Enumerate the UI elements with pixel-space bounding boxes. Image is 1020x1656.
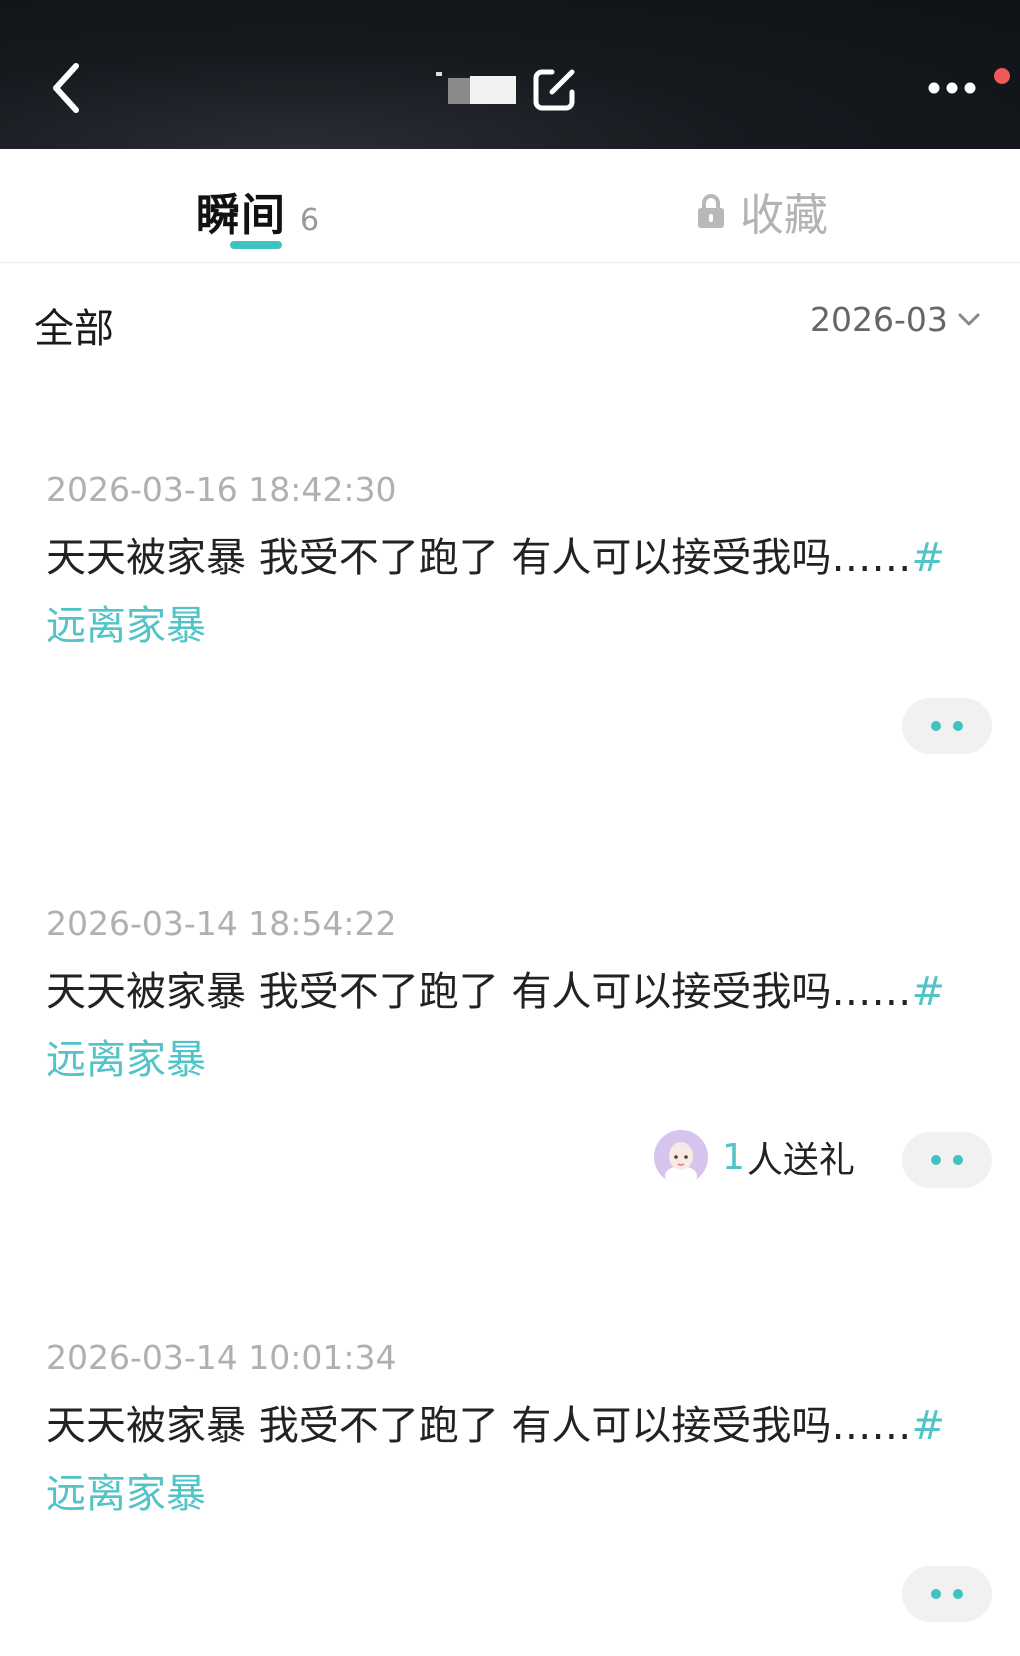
tab-moments-label: 瞬间 [196,190,286,241]
hashtag-link[interactable]: 远离家暴 [46,1471,206,1517]
post-timestamp: 2026-03-14 18:54:22 [46,904,397,943]
tab-favorites-label: 收藏 [740,190,828,241]
more-horizontal-icon[interactable] [926,70,978,106]
hashtag-link[interactable]: 远离家暴 [46,1037,206,1083]
chevron-down-icon [958,313,980,325]
tab-moments-count: 6 [300,203,320,238]
active-tab-indicator [230,241,282,249]
filter-all[interactable]: 全部 [34,296,114,354]
tab-moments[interactable]: 瞬间 6 [196,179,319,243]
tab-favorites[interactable]: 收藏 [696,179,828,243]
post-timestamp: 2026-03-16 18:42:30 [46,470,397,509]
hashtag-symbol: # [911,535,945,581]
post-timestamp: 2026-03-14 10:01:34 [46,1338,397,1377]
hashtag-link[interactable]: 远离家暴 [46,603,206,649]
hashtag-symbol: # [911,969,945,1015]
top-bar [0,0,1020,149]
gift-label: 人送礼 [746,1140,855,1181]
post-body: 天天被家暴 我受不了跑了 有人可以接受我吗…… [46,535,912,581]
profile-name [436,66,578,112]
redacted-name [436,72,520,106]
hashtag-symbol: # [911,1403,945,1449]
post-more-button[interactable] [902,698,992,754]
gift-count: 1 [722,1136,745,1178]
avatar [654,1130,708,1184]
post-text: 天天被家暴 我受不了跑了 有人可以接受我吗……# 远离家暴 [46,958,986,1094]
post-text: 天天被家暴 我受不了跑了 有人可以接受我吗……# 远离家暴 [46,1392,986,1528]
post-body: 天天被家暴 我受不了跑了 有人可以接受我吗…… [46,1403,912,1449]
profile-tabs: 瞬间 6 收藏 [0,149,1020,263]
month-value: 2026-03 [810,300,948,339]
post-more-button[interactable] [902,1566,992,1622]
month-selector[interactable]: 2026-03 [810,300,982,339]
notification-dot [994,68,1010,84]
post-more-button[interactable] [902,1132,992,1188]
gift-summary[interactable]: 1 人送礼 [654,1130,855,1184]
post-text: 天天被家暴 我受不了跑了 有人可以接受我吗……# 远离家暴 [46,524,986,660]
edit-icon[interactable] [532,66,578,112]
post-body: 天天被家暴 我受不了跑了 有人可以接受我吗…… [46,969,912,1015]
back-icon[interactable] [44,58,88,118]
lock-icon [698,194,724,228]
